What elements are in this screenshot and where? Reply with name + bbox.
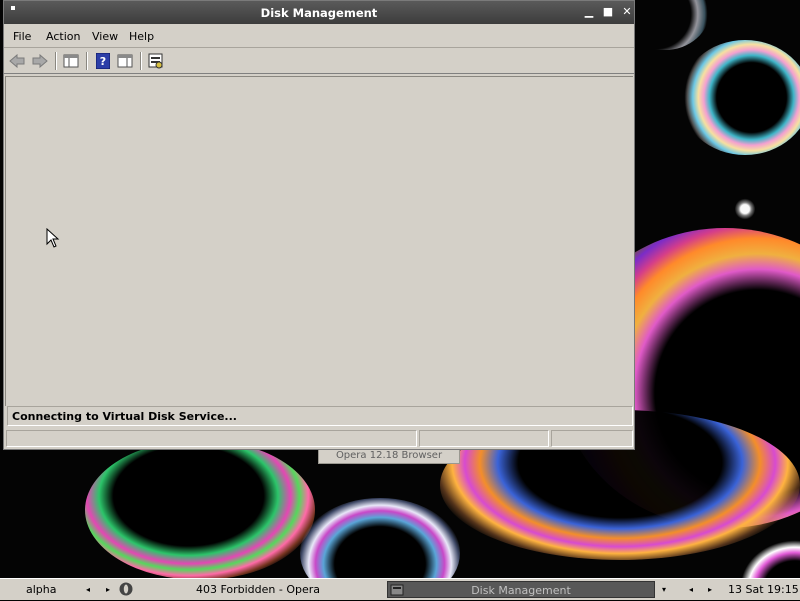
maximize-button[interactable]: ■ [601, 5, 615, 19]
back-button[interactable] [8, 52, 26, 70]
disk-management-window: Disk Management ▁ ■ ✕ File Action View H… [3, 0, 635, 450]
opera-logo-icon [119, 582, 133, 596]
close-button[interactable]: ✕ [620, 5, 634, 19]
toolbar-separator [55, 52, 57, 70]
bubble-decoration [680, 40, 800, 155]
show-hide-action-pane-button[interactable] [116, 52, 134, 70]
help-icon: ? [96, 53, 110, 69]
task-menu-arrow-icon[interactable]: ▾ [662, 581, 666, 598]
status-pane [419, 430, 549, 447]
window-titlebar[interactable]: Disk Management ▁ ■ ✕ [4, 1, 634, 24]
bubble-decoration [85, 440, 315, 580]
window-title: Disk Management [260, 6, 378, 20]
minimize-button[interactable]: ▁ [582, 5, 596, 19]
task-disk-management[interactable]: Disk Management [387, 581, 655, 598]
properties-button[interactable] [147, 52, 165, 70]
menu-view[interactable]: View [92, 30, 118, 43]
disk-management-task-icon [390, 584, 404, 596]
task-next-arrow-icon[interactable]: ▸ [708, 581, 712, 598]
show-hide-console-tree-icon [63, 54, 79, 68]
menu-action[interactable]: Action [46, 30, 80, 43]
opera-task-icon [119, 582, 133, 596]
workspace-prev-arrow-icon[interactable]: ◂ [86, 581, 90, 598]
forward-button[interactable] [31, 52, 49, 70]
toolbar-separator [140, 52, 142, 70]
mouse-cursor-icon [46, 228, 60, 248]
help-button[interactable]: ? [94, 52, 112, 70]
svg-text:?: ? [100, 55, 106, 68]
taskbar: alpha ◂ ▸ 403 Forbidden - Opera Disk Man… [0, 578, 800, 600]
status-pane [6, 430, 417, 447]
task-disk-management-label: Disk Management [471, 584, 571, 597]
task-opera[interactable]: 403 Forbidden - Opera [138, 581, 378, 598]
bubble-decoration [735, 198, 755, 220]
show-hide-action-pane-icon [117, 54, 133, 68]
main-content-pane [5, 76, 633, 406]
toolbar-separator [86, 52, 88, 70]
forward-arrow-icon [32, 54, 48, 68]
task-prev-arrow-icon[interactable]: ◂ [689, 581, 693, 598]
show-hide-console-tree-button[interactable] [62, 52, 80, 70]
menu-file[interactable]: File [13, 30, 31, 43]
status-message: Connecting to Virtual Disk Service... [12, 410, 237, 423]
toolbar: ? [4, 48, 634, 74]
status-pane [551, 430, 633, 447]
clock[interactable]: 13 Sat 19:15 [728, 581, 799, 598]
menu-help[interactable]: Help [129, 30, 154, 43]
menu-bar: File Action View Help [4, 25, 634, 48]
opera-tooltip: Opera 12.18 Browser [318, 448, 460, 464]
workspace-name[interactable]: alpha [26, 581, 57, 598]
back-arrow-icon [9, 54, 25, 68]
properties-icon [148, 53, 163, 69]
workspace-next-arrow-icon[interactable]: ▸ [106, 581, 110, 598]
status-bar [4, 429, 634, 449]
status-message-bar: Connecting to Virtual Disk Service... [7, 406, 633, 426]
